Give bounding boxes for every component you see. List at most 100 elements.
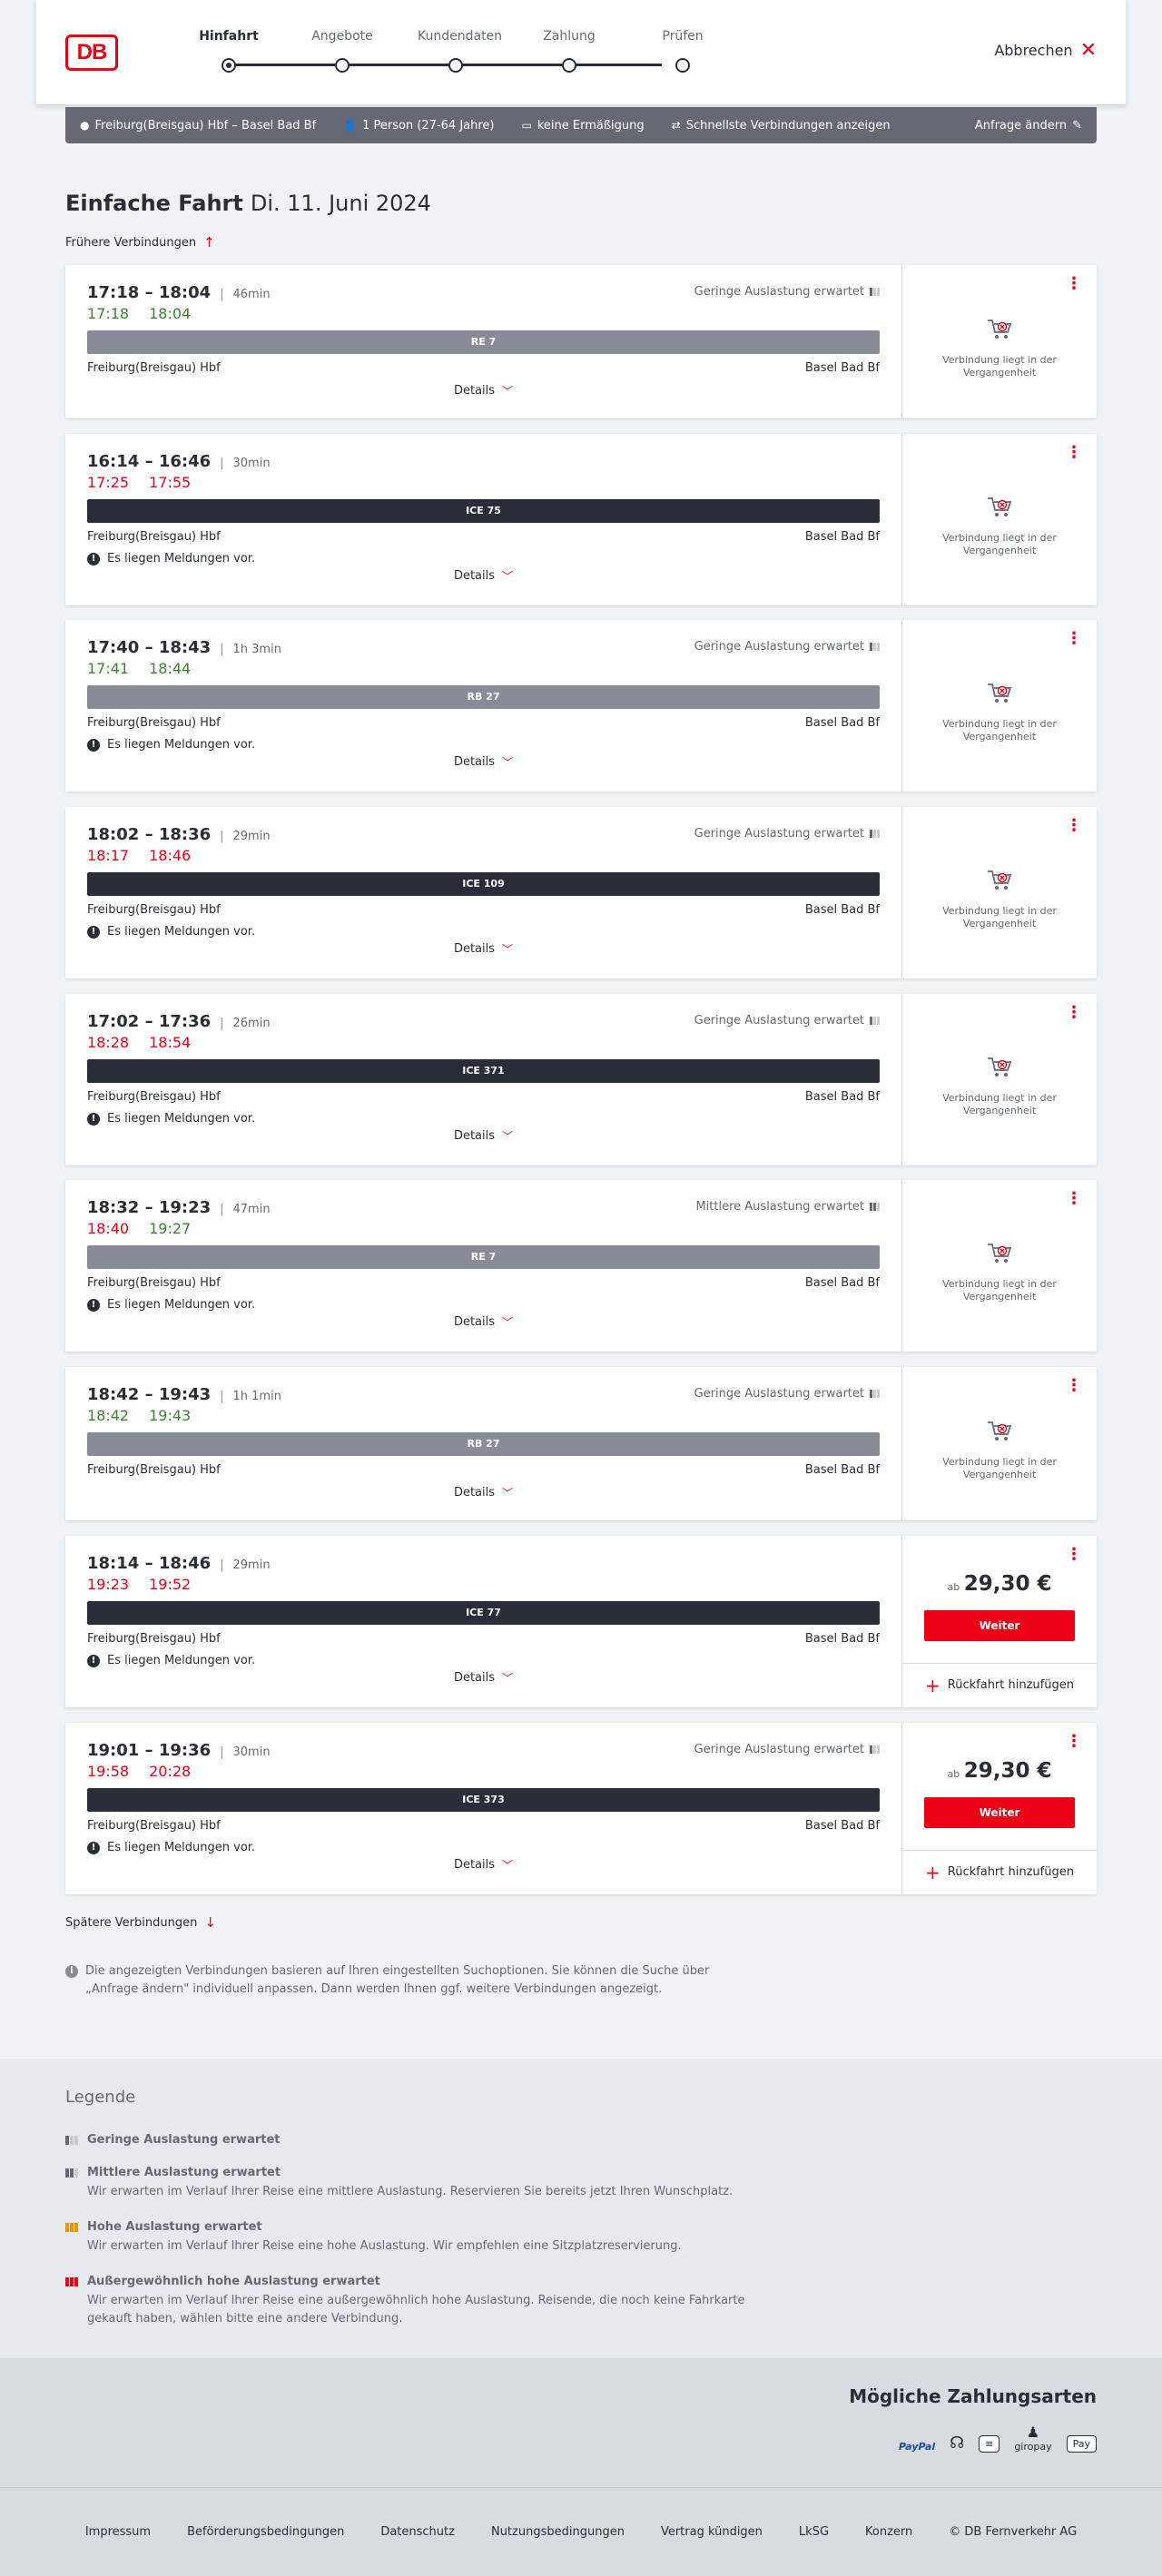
step-pruefen: Prüfen [645, 29, 721, 73]
details-toggle[interactable]: Details ﹀ [65, 1670, 901, 1686]
footer-link-datenschutz[interactable]: Datenschutz [380, 2525, 455, 2539]
more-options-icon[interactable]: ⋮ [1066, 1005, 1082, 1021]
more-options-icon[interactable]: ⋮ [1066, 818, 1082, 834]
later-connections-link[interactable]: Spätere Verbindungen ↓ [65, 1914, 216, 1931]
train-bar[interactable]: ICE 77 [87, 1601, 880, 1625]
more-options-icon[interactable]: ⋮ [1066, 631, 1082, 647]
details-toggle[interactable]: Details ﹀ [65, 941, 901, 957]
legend-section: Legende Geringe Auslastung erwartet Mitt… [0, 2059, 1162, 2358]
realtime-arrival: 18:04 [149, 305, 192, 322]
offer-panel: ⋮ Verbindung liegt in der Vergangenheit [902, 807, 1097, 978]
past-text: Verbindung liegt in der Vergangenheit [942, 1092, 1057, 1116]
footer-link-konzern[interactable]: Konzern [865, 2525, 912, 2539]
stations: Freiburg(Breisgau) Hbf Basel Bad Bf [87, 1819, 880, 1833]
more-options-icon[interactable]: ⋮ [1066, 1378, 1082, 1394]
price-box: ab 29,30 € [902, 1759, 1097, 1783]
planned-times: 18:02 – 18:36 [87, 825, 212, 844]
footer-link-lksg[interactable]: LkSG [799, 2525, 829, 2539]
realtime-arrival: 19:43 [149, 1407, 192, 1424]
db-logo[interactable]: DB [65, 34, 118, 71]
more-options-icon[interactable]: ⋮ [1066, 1734, 1082, 1750]
load-indicator: Mittlere Auslastung erwartet [695, 1200, 880, 1214]
destination-station: Basel Bad Bf [804, 361, 880, 375]
legend-head: Mittlere Auslastung erwartet [87, 2166, 281, 2179]
chevron-down-icon: ﹀ [502, 756, 514, 769]
details-toggle[interactable]: Details ﹀ [65, 383, 901, 398]
header: DB Hinfahrt Angebote Kundendaten Zahlung… [36, 0, 1126, 104]
extreme-load-icon [65, 2276, 80, 2286]
step-label: Hinfahrt [199, 29, 259, 44]
query-passengers: 👤 1 Person (27-64 Jahre) [343, 119, 494, 133]
step-label: Prüfen [662, 29, 704, 44]
offer-panel: ⋮ Verbindung liegt in der Vergangenheit [902, 265, 1097, 418]
query-route: ● Freiburg(Breisgau) Hbf – Basel Bad Bf [80, 119, 316, 133]
train-bar[interactable]: RB 27 [87, 685, 880, 709]
more-options-icon[interactable]: ⋮ [1066, 445, 1082, 461]
continue-button[interactable]: Weiter [924, 1797, 1075, 1828]
realtime-arrival: 18:46 [149, 847, 192, 864]
connection-main: 18:42 – 19:43 | 1h 1min 18:42 19:43 Geringe A… [65, 1367, 902, 1520]
add-return-button[interactable]: + Rückfahrt hinzufügen [902, 1663, 1097, 1706]
realtime-times: 18:40 19:27 [87, 1220, 191, 1237]
price: 29,30 € [963, 1759, 1052, 1783]
details-toggle[interactable]: Details ﹀ [65, 1857, 901, 1873]
connection-card: 18:32 – 19:23 | 47min 18:40 19:27 Mittlere Au… [65, 1180, 1097, 1352]
footer-link-impressum[interactable]: Impressum [85, 2525, 151, 2539]
disruption-notice: ! Es liegen Meldungen vor. [87, 738, 255, 752]
continue-button[interactable]: Weiter [924, 1610, 1075, 1641]
details-toggle[interactable]: Details ﹀ [65, 1314, 901, 1330]
footer-link-nutzungsbedingungen[interactable]: Nutzungsbedingungen [491, 2525, 625, 2539]
details-toggle[interactable]: Details ﹀ [65, 1485, 901, 1500]
realtime-times: 19:23 19:52 [87, 1576, 191, 1593]
shopping-cart-disabled-icon [988, 683, 1012, 703]
realtime-arrival: 19:27 [149, 1220, 192, 1237]
connection-times: 18:42 – 19:43 | 1h 1min [87, 1385, 281, 1404]
stations: Freiburg(Breisgau) Hbf Basel Bad Bf [87, 361, 880, 375]
footer-link-befoerderungsbedingungen[interactable]: Beförderungsbedingungen [187, 2525, 344, 2539]
train-bar[interactable]: RE 7 [87, 330, 880, 354]
origin-station: Freiburg(Breisgau) Hbf [87, 1276, 221, 1290]
add-return-button[interactable]: + Rückfahrt hinzufügen [902, 1850, 1097, 1893]
stations: Freiburg(Breisgau) Hbf Basel Bad Bf [87, 1463, 880, 1477]
realtime-times: 17:25 17:55 [87, 474, 191, 491]
offer-panel: ⋮ Verbindung liegt in der Vergangenheit [902, 620, 1097, 791]
duration: 1h 1min [232, 1390, 281, 1403]
destination-station: Basel Bad Bf [804, 1819, 880, 1833]
disruption-notice: ! Es liegen Meldungen vor. [87, 1112, 255, 1126]
past-connection-info: Verbindung liegt in der Vergangenheit [902, 868, 1097, 930]
change-request-button[interactable]: Anfrage ändern ✎ [975, 119, 1082, 133]
details-toggle[interactable]: Details ﹀ [65, 754, 901, 770]
past-connection-info: Verbindung liegt in der Vergangenheit [902, 1419, 1097, 1481]
origin-station: Freiburg(Breisgau) Hbf [87, 1463, 221, 1477]
train-bar[interactable]: ICE 371 [87, 1059, 880, 1083]
more-options-icon[interactable]: ⋮ [1066, 1547, 1082, 1563]
step-angebote: Angebote [304, 29, 380, 73]
page-title: Einfache Fahrt Di. 11. Juni 2024 [65, 191, 431, 216]
more-options-icon[interactable]: ⋮ [1066, 276, 1082, 292]
cancel-button[interactable]: Abbrechen ✕ [994, 40, 1097, 60]
train-bar[interactable]: ICE 373 [87, 1788, 880, 1812]
planned-times: 18:42 – 19:43 [87, 1385, 212, 1404]
destination-station: Basel Bad Bf [804, 1632, 880, 1646]
load-text: Geringe Auslastung erwartet [694, 1743, 864, 1756]
footer-link-vertrag-kuendigen[interactable]: Vertrag kündigen [661, 2525, 763, 2539]
earlier-connections-link[interactable]: Frühere Verbindungen ↑ [65, 234, 215, 251]
train-bar[interactable]: ICE 109 [87, 872, 880, 896]
details-label: Details [453, 1315, 496, 1329]
stations: Freiburg(Breisgau) Hbf Basel Bad Bf [87, 1632, 880, 1646]
connection-card: 18:02 – 18:36 | 29min 18:17 18:46 Geringe Aus… [65, 807, 1097, 978]
train-bar[interactable]: RB 27 [87, 1432, 880, 1456]
realtime-departure: 17:41 [87, 660, 130, 677]
details-toggle[interactable]: Details ﹀ [65, 1128, 901, 1144]
realtime-departure: 18:40 [87, 1220, 130, 1237]
query-fastest[interactable]: ⇄ Schnellste Verbindungen anzeigen [672, 119, 891, 133]
stations: Freiburg(Breisgau) Hbf Basel Bad Bf [87, 716, 880, 730]
more-options-icon[interactable]: ⋮ [1066, 1191, 1082, 1207]
connection-times: 18:32 – 19:23 | 47min [87, 1198, 271, 1217]
offer-panel: ⋮ Verbindung liegt in der Vergangenheit [902, 994, 1097, 1165]
train-bar[interactable]: RE 7 [87, 1245, 880, 1269]
details-toggle[interactable]: Details ﹀ [65, 568, 901, 584]
high-load-icon [65, 2222, 80, 2232]
train-bar[interactable]: ICE 75 [87, 499, 880, 523]
notice-text: Es liegen Meldungen vor. [107, 1841, 256, 1854]
